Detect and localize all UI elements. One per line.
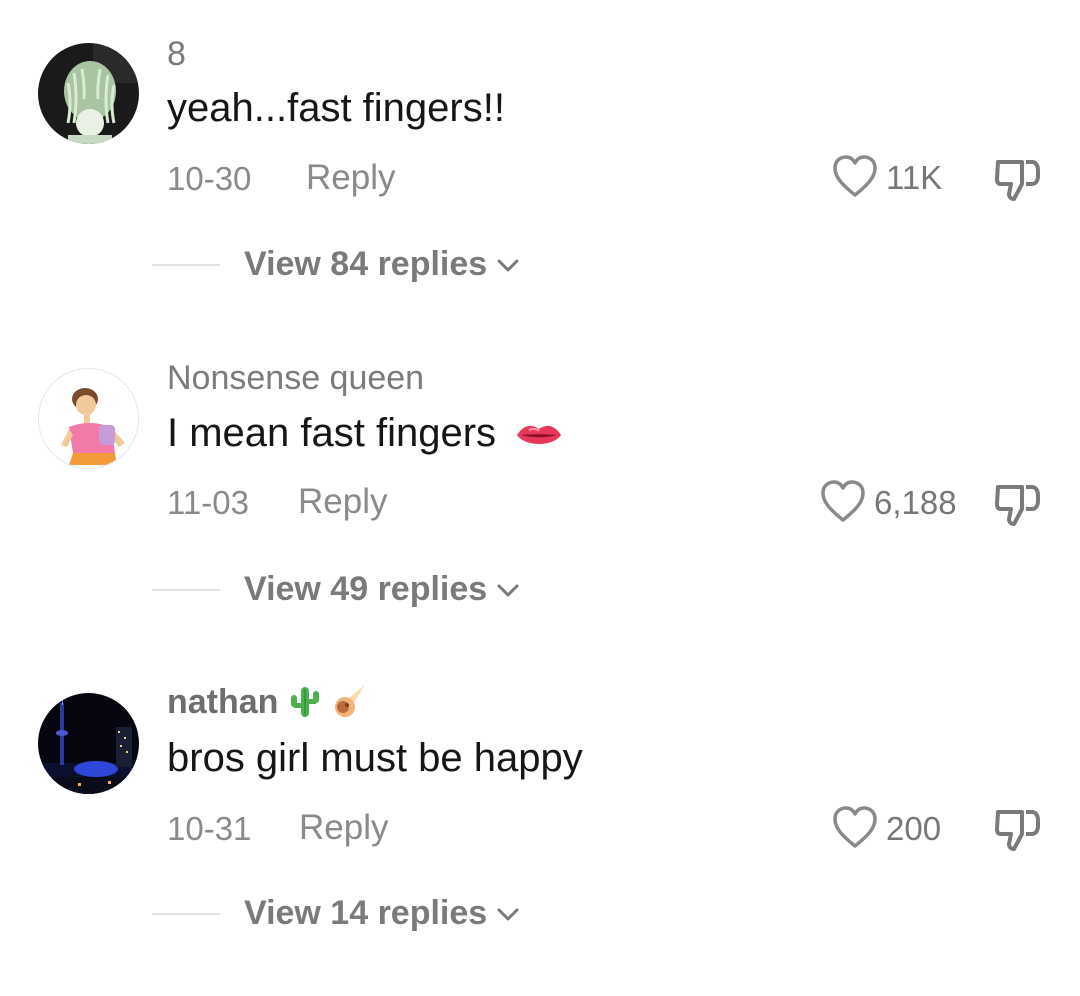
comment-text: bros girl must be happy xyxy=(167,736,583,780)
view-replies-button[interactable]: View 14 replies xyxy=(244,896,519,930)
divider xyxy=(152,913,220,915)
like-count: 11K xyxy=(886,158,943,196)
view-replies-label: View 14 replies xyxy=(244,894,488,932)
comment-text: I mean fast fingers xyxy=(167,413,563,453)
chevron-down-icon xyxy=(497,584,519,597)
thumbs-down-icon xyxy=(995,160,1040,201)
comment-username[interactable]: nathan xyxy=(167,685,367,719)
comment-date: 10-30 xyxy=(167,160,252,197)
like-count: 200 xyxy=(886,809,942,847)
cactus-emoji-icon xyxy=(290,687,319,718)
divider xyxy=(152,589,220,591)
comment-item: Nonsense queen I mean fast fingers 11-03… xyxy=(0,325,1080,650)
dislike-button[interactable] xyxy=(994,156,1042,209)
chevron-down-icon xyxy=(497,908,519,921)
reply-button[interactable]: Reply xyxy=(306,160,395,195)
comment-item: 8 yeah...fast fingers!! 10-30 Reply 11K … xyxy=(0,0,1080,325)
view-replies-label: View 84 replies xyxy=(244,245,488,283)
reply-button[interactable]: Reply xyxy=(298,484,387,519)
like-count: 6,188 xyxy=(874,483,957,521)
comet-emoji-icon xyxy=(335,685,366,718)
divider xyxy=(152,264,220,266)
comment-username[interactable]: 8 xyxy=(167,37,186,71)
comment-text-content: I mean fast fingers xyxy=(167,411,497,455)
lips-emoji-icon xyxy=(517,426,562,445)
dislike-button[interactable] xyxy=(994,806,1042,859)
like-button[interactable]: 200 xyxy=(832,806,941,850)
thumbs-down-icon xyxy=(995,810,1040,851)
view-replies-button[interactable]: View 49 replies xyxy=(244,572,519,606)
username-text: nathan xyxy=(167,683,279,721)
like-button[interactable]: 6,188 xyxy=(820,480,957,524)
chevron-down-icon xyxy=(497,259,519,272)
view-replies-button[interactable]: View 84 replies xyxy=(244,247,519,281)
heart-icon xyxy=(833,155,877,197)
thumbs-down-icon xyxy=(995,485,1040,526)
comment-date: 11-03 xyxy=(167,484,249,521)
comment-date: 10-31 xyxy=(167,810,252,847)
view-replies-label: View 49 replies xyxy=(244,570,488,608)
person-avatar-icon[interactable] xyxy=(38,43,139,144)
city-night-avatar-icon[interactable] xyxy=(38,693,139,794)
heart-icon xyxy=(821,480,865,522)
comment-username[interactable]: Nonsense queen xyxy=(167,361,424,395)
dislike-button[interactable] xyxy=(994,481,1042,534)
comment-item: nathan bros girl must be happy 10-31 Rep… xyxy=(0,650,1080,975)
cartoon-avatar-icon[interactable] xyxy=(38,368,139,469)
comment-text: yeah...fast fingers!! xyxy=(167,86,505,130)
heart-icon xyxy=(833,806,877,848)
like-button[interactable]: 11K xyxy=(832,155,942,199)
reply-button[interactable]: Reply xyxy=(299,810,388,845)
